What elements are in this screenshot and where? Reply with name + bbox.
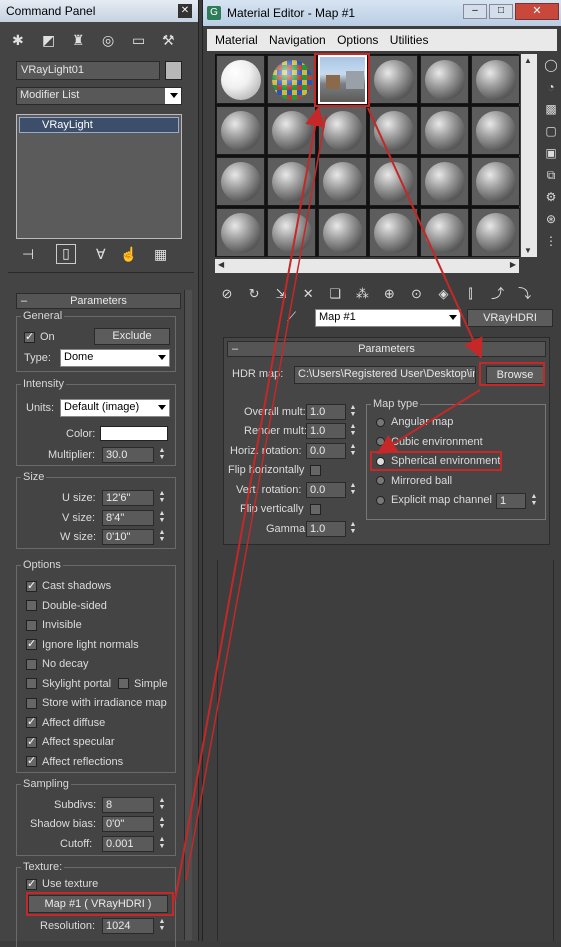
arrow-texture-to-slot-secondary xyxy=(185,114,327,881)
arrow-slot-to-browse xyxy=(367,107,483,359)
arrow-browse-to-spherical xyxy=(376,389,481,455)
arrow-texture-to-slot xyxy=(174,106,325,901)
annotation-arrows xyxy=(174,106,483,901)
